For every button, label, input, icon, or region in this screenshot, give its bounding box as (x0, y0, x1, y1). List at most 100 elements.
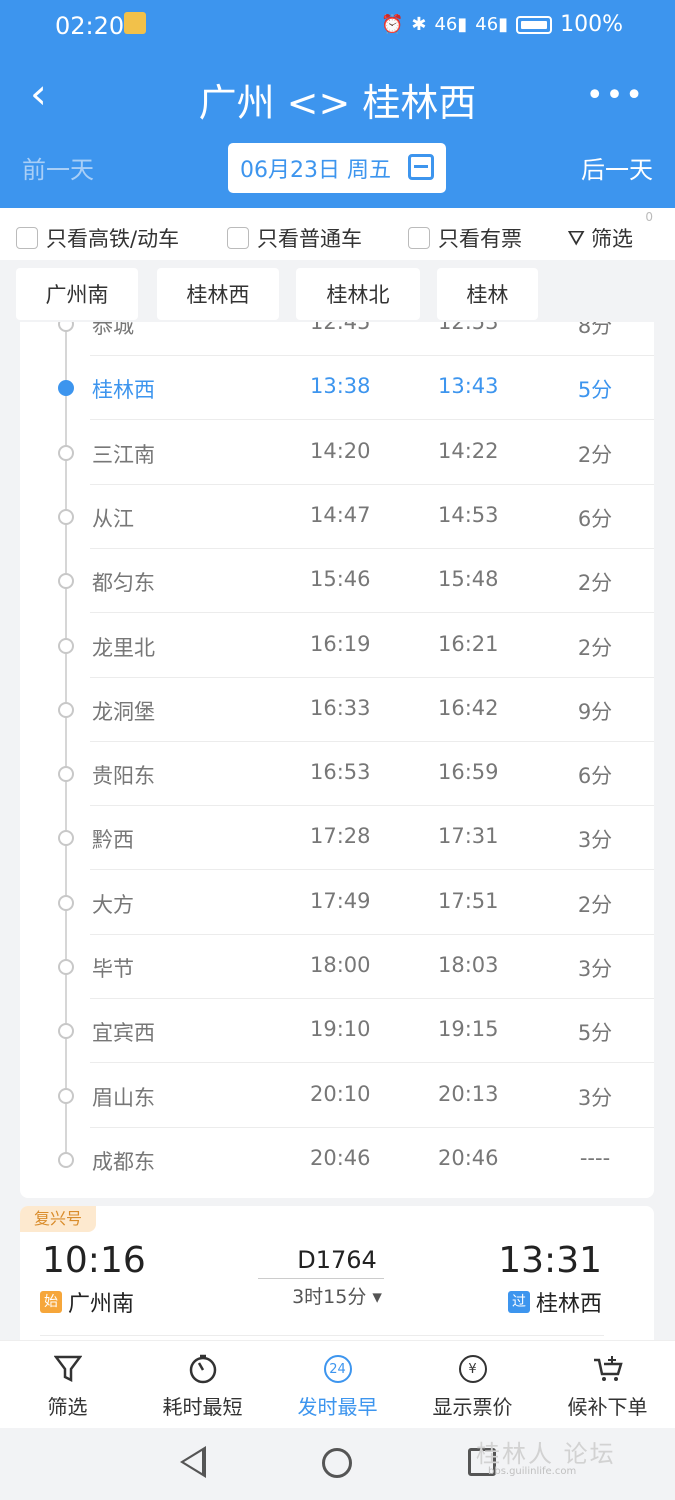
arrive-time: 13:31 (498, 1240, 602, 1281)
stop-depart: 14:53 (438, 503, 499, 527)
stop-name: 三江南 (92, 443, 155, 467)
next-day-button[interactable]: 后一天 (581, 150, 653, 185)
stop-row: 龙里北 16:19 16:21 2分 (20, 614, 654, 678)
stop-depart: 15:48 (438, 567, 499, 591)
stop-depart: 17:31 (438, 824, 499, 848)
divider (90, 612, 654, 613)
stop-stay: 3分 (577, 1086, 613, 1110)
checkbox-normal-train[interactable]: 只看普通车 (227, 223, 362, 253)
stop-arrive: 18:00 (310, 953, 371, 977)
nav-waitlist[interactable]: 候补下单 (540, 1351, 675, 1420)
filter-button[interactable]: ⛛ 筛选 (567, 223, 633, 253)
stop-dot-icon (58, 959, 74, 975)
stop-name: 贵阳东 (92, 764, 155, 788)
arrive-station-name: 桂林西 (535, 1292, 602, 1317)
battery-icon (516, 15, 553, 34)
stop-stay: 5分 (577, 1021, 613, 1045)
tab-guilin-xi[interactable]: 桂林西 (157, 268, 279, 320)
stop-name: 眉山东 (92, 1086, 155, 1110)
stop-name: 都匀东 (92, 571, 155, 595)
depart-station: 始 广州南 (40, 1286, 134, 1318)
notification-app-icon (124, 12, 146, 34)
stop-dot-icon (58, 830, 74, 846)
stop-row: 桂林西 13:38 13:43 5分 (20, 356, 654, 420)
checkbox-label: 只看有票 (438, 227, 522, 251)
stop-stay: 2分 (577, 443, 613, 467)
stop-arrive: 17:28 (310, 824, 371, 848)
origin-badge: 始 (40, 1291, 62, 1313)
date-picker[interactable]: 06月23日 周五 (228, 143, 446, 193)
checkbox-high-speed[interactable]: 只看高铁/动车 (16, 223, 179, 253)
clock-24-icon: 24 (323, 1355, 352, 1383)
divider (40, 1335, 604, 1336)
stop-row: 三江南 14:20 14:22 2分 (20, 421, 654, 485)
home-circle-icon[interactable] (322, 1448, 352, 1478)
checkbox-box[interactable] (408, 227, 430, 249)
stop-arrive: 19:10 (310, 1017, 371, 1041)
signal-icon-2: 46▮ (475, 14, 509, 35)
stop-dot-icon (58, 322, 74, 332)
stop-depart: 18:03 (438, 953, 499, 977)
tab-guangzhou-nan[interactable]: 广州南 (16, 268, 138, 320)
system-nav: 桂林人 论坛 bbs.guilinlife.com (0, 1428, 675, 1500)
stop-row: 大方 17:49 17:51 2分 (20, 871, 654, 935)
stop-dot-icon (58, 1088, 74, 1104)
stop-list: 恭城 12:45 12:53 8分 桂林西 13:38 13:43 5分 三江南 14:20 14:… (20, 322, 654, 1198)
stop-depart: 16:59 (438, 760, 499, 784)
stop-dot-icon (58, 573, 74, 589)
stop-arrive: 17:49 (310, 889, 371, 913)
nav-filter[interactable]: 筛选 (0, 1351, 135, 1420)
stop-arrive: 16:33 (310, 696, 371, 720)
bottom-nav: 筛选 耗时最短 24 发时最早 ¥ 显示票价 候补下单 (0, 1340, 675, 1428)
stop-row: 从江 14:47 14:53 6分 (20, 485, 654, 549)
stop-dot-icon (58, 445, 74, 461)
nav-earliest-depart[interactable]: 24 发时最早 (270, 1351, 405, 1420)
back-triangle-icon[interactable] (180, 1446, 206, 1478)
checkbox-has-ticket[interactable]: 只看有票 (408, 223, 522, 253)
divider (90, 869, 654, 870)
tab-guilin[interactable]: 桂林 (437, 268, 538, 320)
checkbox-box[interactable] (16, 227, 38, 249)
status-right: ⏰ ✱ 46▮ 46▮ 100% (381, 12, 623, 37)
battery-percent: 100% (560, 12, 623, 37)
prev-day-button[interactable]: 前一天 (22, 150, 94, 185)
filter-bar: 只看高铁/动车 只看普通车 只看有票 ⛛ 筛选 0 (0, 208, 675, 260)
nav-show-price[interactable]: ¥ 显示票价 (405, 1351, 540, 1420)
stop-depart: 16:21 (438, 632, 499, 656)
stop-stay: 6分 (577, 507, 613, 531)
divider (90, 419, 654, 420)
stop-stay: 5分 (577, 378, 613, 402)
tab-guilin-bei[interactable]: 桂林北 (296, 268, 420, 320)
stop-arrive: 16:19 (310, 632, 371, 656)
more-button[interactable]: ••• (586, 78, 645, 113)
date-label: 06月23日 周五 (240, 158, 391, 183)
bluetooth-icon: ✱ (411, 14, 427, 35)
stop-name: 桂林西 (92, 378, 155, 402)
stop-name: 宜宾西 (92, 1021, 155, 1045)
stop-name: 龙里北 (92, 636, 155, 660)
stop-dot-icon (58, 702, 74, 718)
stop-arrive: 16:53 (310, 760, 371, 784)
stop-depart: 20:13 (438, 1082, 499, 1106)
stop-depart: 14:22 (438, 439, 499, 463)
stop-row: 黔西 17:28 17:31 3分 (20, 806, 654, 870)
stop-stay: 2分 (577, 893, 613, 917)
nav-shortest-time[interactable]: 耗时最短 (135, 1351, 270, 1420)
stop-depart: 13:43 (438, 374, 499, 398)
stop-name: 毕节 (92, 957, 134, 981)
train-card[interactable]: 复兴号 10:16 D1764 3时15分 ▾ 13:31 始 广州南 过 桂林… (20, 1206, 654, 1346)
stop-depart: 20:46 (438, 1146, 499, 1170)
stop-stay: 6分 (577, 764, 613, 788)
watermark: 桂林人 论坛 (476, 1440, 616, 1468)
stop-name: 成都东 (92, 1150, 155, 1174)
checkbox-box[interactable] (227, 227, 249, 249)
stop-row: 宜宾西 19:10 19:15 5分 (20, 999, 654, 1063)
stop-row: 贵阳东 16:53 16:59 6分 (20, 742, 654, 806)
stop-dot-icon (58, 895, 74, 911)
stop-arrive: 15:46 (310, 567, 371, 591)
cart-plus-icon (540, 1351, 675, 1387)
stop-dot-icon (58, 509, 74, 525)
filter-icon (0, 1351, 135, 1387)
stop-stay: 3分 (577, 957, 613, 981)
yen-icon: ¥ (458, 1355, 487, 1383)
